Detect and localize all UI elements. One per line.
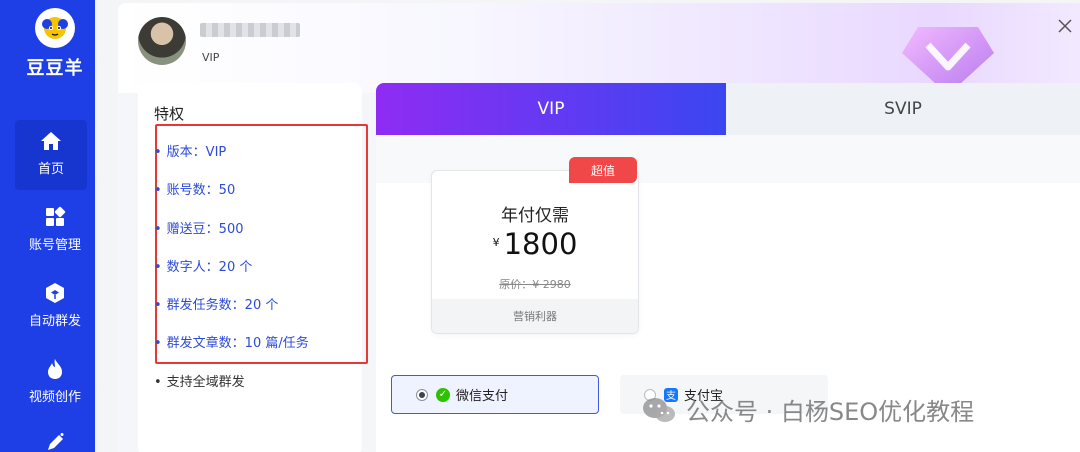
close-icon[interactable] [1056,17,1074,35]
sidebar-item-label: 自动群发 [28,314,81,329]
original-price: 原价：¥ 2980 [499,278,571,291]
sidebar-item-label: 账号管理 [28,238,81,253]
dialog-header: VIP [118,3,1080,95]
membership-dialog: VIP 特权 • 版本：VIP • 账号数：50 • 赠送豆：500 • 数字人：20 … [118,3,1080,452]
privilege-item: • 赠送豆：500 [154,222,244,237]
value-badge: 超值 [569,157,637,183]
app-name: 豆豆羊 [26,58,84,79]
currency-symbol: ¥ [492,236,500,249]
app-sidebar: 豆豆羊 首页 账号管理 自动群发 视频创作 [0,0,95,452]
privilege-item: • 群发任务数：20 个 [154,298,279,313]
sidebar-item-accounts[interactable]: 账号管理 [15,206,95,253]
plan-price: ¥1800 [432,227,638,261]
sidebar-item-auto-broadcast[interactable]: 自动群发 [15,282,95,329]
privilege-item-extra: • 支持全域群发 [154,375,245,390]
pen-icon [44,432,66,452]
privilege-item: • 群发文章数：10 篇/任务 [154,336,309,351]
app-logo: 豆豆羊 [15,8,95,80]
wechat-pay-label: 微信支付 [456,389,509,404]
sheep-logo-icon [35,8,75,48]
radio-selected[interactable] [416,388,428,401]
flame-icon [44,358,66,380]
wechat-official-account-icon [643,397,675,422]
privileges-title: 特权 [154,105,185,123]
tab-svip[interactable]: SVIP [726,83,1080,135]
highlight-box [155,124,368,364]
sidebar-item-writing[interactable] [15,432,95,452]
grid-icon [44,206,66,228]
plan-footer: 营销利器 [432,299,638,333]
plan-card-annual[interactable]: 超值 年付仅需 ¥1800 原价：¥ 2980 营销利器 [431,157,639,334]
blurred-username [200,23,300,37]
avatar [138,17,186,65]
sidebar-item-video-creation[interactable]: 视频创作 [15,358,95,405]
home-icon [40,130,62,152]
wechat-check-icon: ✓ [436,387,450,402]
price-amount: 1800 [503,227,578,261]
sidebar-item-label: 首页 [37,162,64,177]
privilege-item: • 数字人：20 个 [154,260,253,275]
user-level: VIP [202,51,220,64]
wechat-pay-option[interactable]: ✓ 微信支付 [391,375,599,414]
plan-title: 年付仅需 [501,206,569,226]
watermark: 公众号 · 白杨SEO优化教程 [640,392,974,427]
privilege-item: • 账号数：50 [154,183,236,198]
watermark-text: 公众号 · 白杨SEO优化教程 [686,398,975,426]
privileges-panel: 特权 • 版本：VIP • 账号数：50 • 赠送豆：500 • 数字人：20 个 • 群… [138,83,368,452]
cube-icon [44,282,66,304]
sidebar-item-label: 视频创作 [28,390,81,405]
sidebar-item-home[interactable]: 首页 [15,120,87,190]
privilege-item: • 版本：VIP [154,145,227,160]
tab-vip[interactable]: VIP [376,83,726,135]
